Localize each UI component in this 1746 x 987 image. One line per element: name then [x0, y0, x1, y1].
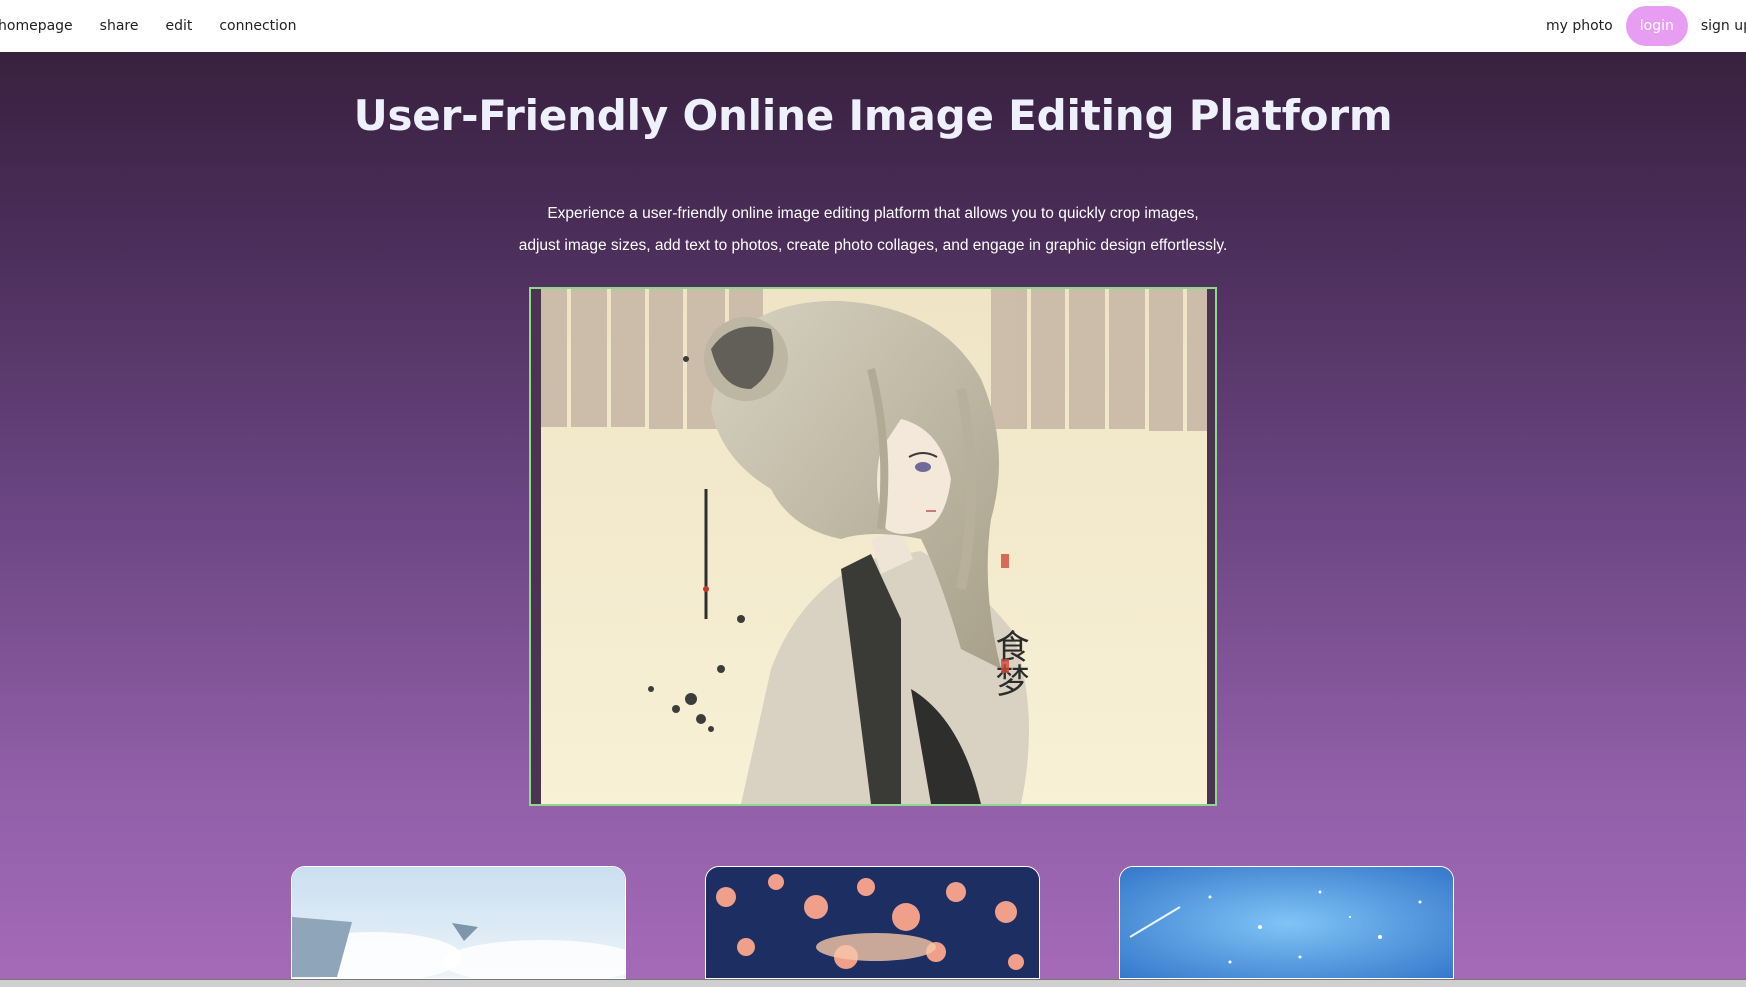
hero-section: User-Friendly Online Image Editing Platf… — [0, 52, 1746, 979]
featured-image-frame[interactable]: 食梦 — [529, 287, 1217, 806]
nav-left-group: homepage share edit connection — [0, 18, 324, 34]
nav-homepage-link[interactable]: homepage — [0, 18, 73, 34]
featured-image: 食梦 — [541, 289, 1207, 804]
signup-link[interactable]: sign up — [1701, 18, 1746, 34]
hero-description: Experience a user-friendly online image … — [500, 198, 1246, 262]
nav-my-photo-link[interactable]: my photo — [1546, 18, 1613, 34]
nav-right-group: my photo login sign up — [1533, 6, 1746, 46]
top-navbar: homepage share edit connection my photo … — [0, 0, 1746, 52]
nav-edit-link[interactable]: edit — [165, 18, 192, 34]
login-button[interactable]: login — [1625, 6, 1688, 46]
gallery-card-sky-islands[interactable] — [291, 866, 626, 979]
hero-description-line-1: Experience a user-friendly online image … — [547, 205, 1199, 222]
hero-title: User-Friendly Online Image Editing Platf… — [353, 91, 1393, 140]
nav-connection-link[interactable]: connection — [219, 18, 296, 34]
anime-girl-illustration: 食梦 — [541, 289, 1207, 804]
nav-share-link[interactable]: share — [100, 18, 139, 34]
gallery-card-cherry-blossom-night[interactable] — [705, 866, 1040, 979]
gallery-card-starry-galaxy[interactable] — [1119, 866, 1454, 979]
window-bottom-edge — [0, 979, 1746, 987]
hero-description-line-2: adjust image sizes, add text to photos, … — [518, 237, 1228, 254]
